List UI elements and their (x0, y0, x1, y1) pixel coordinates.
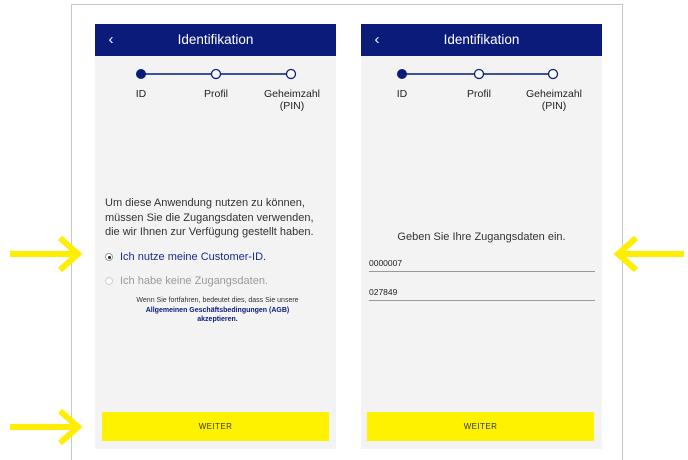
step-label-pin: Geheimzahl (PIN) (256, 88, 328, 112)
step-label-profil: Profil (467, 88, 491, 100)
agb-suffix: akzeptieren. (197, 316, 238, 323)
step-dot-pending (473, 68, 485, 80)
arrow-right-icon (10, 236, 83, 272)
step-dot-pending (547, 68, 559, 80)
radio-unselected-icon[interactable] (105, 277, 113, 285)
step-label-pin: Geheimzahl (PIN) (518, 88, 590, 112)
identification-screen-credentials: ‹ Identifikation ID Profil Geheimzahl (P… (361, 24, 602, 449)
step-label-pin-line2: (PIN) (279, 100, 305, 112)
step-dot-active (397, 69, 407, 79)
access-code-field[interactable] (369, 282, 595, 301)
step-dot-pending (210, 68, 222, 80)
nav-title: Identifikation (177, 32, 254, 47)
access-code-input[interactable] (369, 284, 595, 300)
step-label-pin-line1: Geheimzahl (525, 88, 583, 100)
agb-link[interactable]: Allgemeinen Geschäftsbedingungen (AGB) (105, 306, 330, 316)
option-no-credentials[interactable]: Ich habe keine Zugangsdaten. (105, 274, 330, 290)
nav-bar: ‹ Identifikation (361, 24, 602, 56)
option-label: Ich habe keine Zugangsdaten. (120, 275, 269, 287)
step-dot-active (136, 69, 146, 79)
step-label-pin-line2: (PIN) (541, 100, 567, 112)
agb-prefix: Wenn Sie fortfahren, bedeutet dies, dass… (136, 297, 299, 304)
credentials-prompt: Geben Sie Ihre Zugangsdaten ein. (397, 231, 566, 243)
weiter-button[interactable]: WEITER (102, 412, 329, 441)
option-customer-id[interactable]: Ich nutze meine Customer-ID. (105, 250, 330, 266)
step-label-pin-line1: Geheimzahl (263, 88, 321, 100)
intro-text: Um diese Anwendung nutzen zu können, müs… (105, 197, 314, 238)
step-label-id: ID (396, 88, 408, 100)
stepper-track (136, 68, 297, 80)
nav-bar: ‹ Identifikation (95, 24, 336, 56)
nav-title: Identifikation (443, 32, 520, 47)
stepper-track (397, 68, 559, 80)
customer-id-field[interactable] (369, 253, 595, 272)
step-label-profil: Profil (204, 88, 228, 100)
radio-selected-icon[interactable] (105, 253, 113, 261)
step-dot-pending (285, 68, 297, 80)
customer-id-input[interactable] (369, 255, 595, 271)
weiter-button[interactable]: WEITER (367, 412, 594, 441)
identification-screen-options: ‹ Identifikation ID Profil Geheimzahl (P… (95, 24, 336, 449)
agb-notice: Wenn Sie fortfahren, bedeutet dies, dass… (105, 296, 330, 325)
option-label: Ich nutze meine Customer-ID. (120, 251, 267, 263)
arrow-left-icon (613, 236, 684, 272)
step-label-id: ID (135, 88, 147, 100)
progress-stepper: ID Profil Geheimzahl (PIN) (95, 64, 336, 124)
arrow-right-icon (10, 409, 83, 445)
progress-stepper: ID Profil Geheimzahl (PIN) (361, 64, 602, 124)
